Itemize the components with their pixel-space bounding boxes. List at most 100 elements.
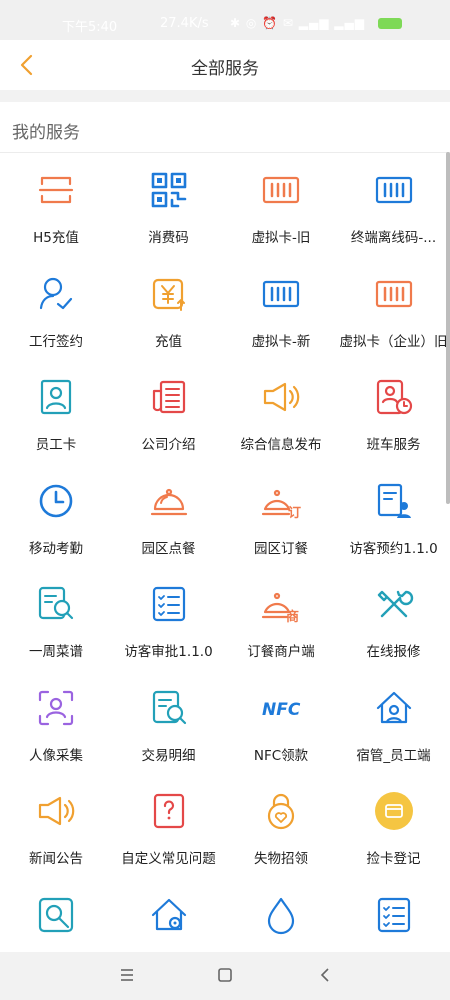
repair-tools-icon [377, 590, 413, 618]
barcode-card-icon [262, 280, 300, 307]
menu-icon[interactable] [112, 962, 142, 988]
service-label: 新闻公告 [29, 851, 83, 867]
service-label: 访客预约1.1.0 [349, 540, 438, 557]
service-label: 工行签约 [29, 333, 83, 350]
scrollbar[interactable] [446, 152, 450, 504]
service-item[interactable]: 综合信息发布 [225, 361, 337, 465]
svg-text:商: 商 [286, 609, 299, 624]
home-icon[interactable] [210, 962, 240, 988]
service-label: 公司介绍 [141, 437, 196, 453]
service-label: 员工卡 [35, 437, 77, 453]
house-user-icon [376, 691, 411, 723]
megaphone-icon [38, 796, 75, 826]
section-title: 我的服务 [12, 123, 80, 143]
status-icons: ✱ ◎ ⏰ ✉ ▂▄▆ ▂▄▆ [230, 16, 365, 30]
service-item[interactable]: 消费码 [113, 154, 225, 258]
back-nav-icon[interactable] [310, 962, 340, 988]
battery-icon [378, 18, 402, 29]
service-item[interactable]: 充值 [113, 258, 225, 362]
scan-icon [38, 176, 74, 204]
lock-heart-icon [267, 793, 295, 830]
service-label: 虚拟卡-新 [251, 333, 311, 350]
service-item[interactable]: 虚拟卡-旧 [225, 154, 337, 258]
service-label: 综合信息发布 [240, 437, 322, 453]
service-item[interactable] [0, 879, 112, 953]
service-label: 交易明细 [141, 747, 196, 764]
nav-bar: 全部服务 [0, 40, 450, 90]
service-item[interactable]: 一周菜谱 [0, 568, 112, 672]
service-item[interactable]: 商订餐商户端 [225, 568, 337, 672]
magnifier-icon [38, 897, 74, 932]
service-item[interactable]: 公司介绍 [113, 361, 225, 465]
house-settings-icon [151, 898, 186, 930]
service-label: 自定义常见问题 [121, 851, 216, 867]
service-item[interactable]: 新闻公告 [0, 775, 112, 879]
service-item[interactable]: 自定义常见问题 [113, 775, 225, 879]
service-item[interactable]: 员工卡 [0, 361, 112, 465]
service-item[interactable]: 虚拟卡（企业）旧 [338, 258, 450, 362]
service-item[interactable]: 捡卡登记 [338, 775, 450, 879]
service-label: 访客审批1.1.0 [124, 644, 213, 660]
status-time: 下午5:40 [62, 20, 118, 35]
service-item[interactable]: 移动考勤 [0, 465, 112, 569]
service-item[interactable]: 访客审批1.1.0 [113, 568, 225, 672]
service-item[interactable]: 交易明细 [113, 672, 225, 776]
service-item[interactable]: 访客预约1.1.0 [338, 465, 450, 569]
barcode-card-icon [262, 176, 300, 204]
service-item[interactable]: 班车服务 [338, 361, 450, 465]
service-label: 在线报修 [366, 644, 421, 660]
checklist-icon [377, 897, 410, 932]
menu-search-icon [38, 586, 74, 620]
service-label: 人像采集 [29, 747, 83, 764]
service-item[interactable]: 虚拟卡-新 [225, 258, 337, 362]
bus-schedule-icon [376, 379, 412, 415]
status-speed: 27.4K/s [160, 16, 209, 31]
newspaper-icon [152, 380, 185, 414]
user-check-icon [39, 277, 73, 309]
service-label: 消费码 [148, 230, 189, 246]
face-capture-icon [38, 690, 74, 725]
water-drop-icon [267, 897, 295, 934]
service-item[interactable] [113, 879, 225, 953]
service-label: 捡卡登记 [366, 851, 421, 867]
service-item[interactable]: 人像采集 [0, 672, 112, 776]
service-label: 一周菜谱 [29, 644, 83, 660]
status-bar: 下午5:40 27.4K/s ✱ ◎ ⏰ ✉ ▂▄▆ ▂▄▆ [0, 0, 450, 40]
clock-icon [39, 484, 73, 517]
yuan-recharge-icon [152, 278, 185, 311]
services-panel: 我的服务 H5充值 消费码 虚拟卡-旧 终端离线码-... 工行签约 充值 虚拟卡-新 虚拟卡… [0, 102, 450, 952]
service-label: NFC领款 [253, 747, 309, 764]
nfc-icon: NFC [262, 700, 301, 720]
service-label: 失物招领 [254, 851, 308, 867]
service-item[interactable]: 终端离线码-... [338, 154, 450, 258]
food-cloche-order-icon: 订 [261, 489, 301, 521]
service-item[interactable]: 宿管_员工端 [338, 672, 450, 776]
svg-text:NFC: NFC [262, 700, 301, 720]
service-label: 移动考勤 [29, 540, 83, 557]
service-item[interactable]: 在线报修 [338, 568, 450, 672]
qr-code-icon [151, 172, 186, 208]
section-divider [0, 152, 450, 153]
question-icon [153, 793, 184, 829]
service-item[interactable] [225, 879, 337, 953]
service-item[interactable] [338, 879, 450, 953]
service-label: 宿管_员工端 [356, 747, 431, 764]
service-label: H5充值 [33, 230, 79, 246]
service-label: 订餐商户端 [247, 644, 315, 660]
food-cloche-icon [150, 488, 187, 515]
service-label: 虚拟卡（企业）旧 [339, 333, 448, 350]
service-label: 充值 [155, 333, 182, 350]
barcode-card-icon [375, 176, 412, 204]
service-item[interactable]: 失物招领 [225, 775, 337, 879]
service-label: 终端离线码-... [350, 230, 437, 246]
service-item[interactable]: NFC NFC领款 [225, 672, 337, 776]
service-item[interactable]: H5充值 [0, 154, 112, 258]
service-item[interactable]: 园区点餐 [113, 465, 225, 569]
visitor-reservation-icon [377, 483, 411, 518]
service-item[interactable]: 工行签约 [0, 258, 112, 362]
system-nav-bar [0, 952, 450, 1000]
page-title: 全部服务 [191, 59, 259, 79]
card-coin-icon [374, 792, 413, 830]
food-cloche-merchant-icon: 商 [261, 592, 299, 624]
service-item[interactable]: 订园区订餐 [225, 465, 337, 569]
